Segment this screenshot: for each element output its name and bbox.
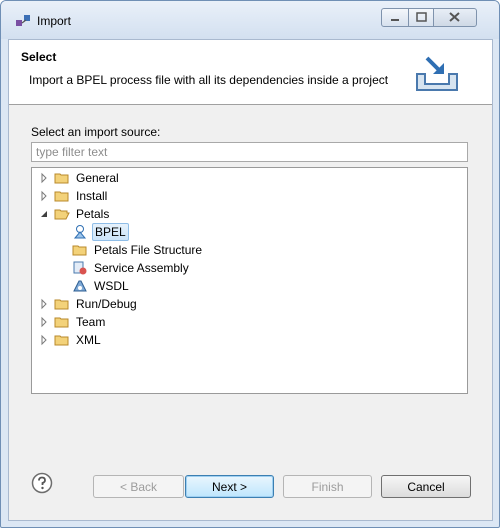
folder-icon [54,173,69,184]
folder-icon [54,299,69,310]
help-icon[interactable] [31,472,53,494]
folder-icon [54,191,69,202]
tree-node-run-debug[interactable]: Run/Debug [38,295,139,313]
tree-node-label: Team [76,315,106,329]
tree-node-wsdl[interactable]: WSDL [72,277,131,295]
window-title: Import [37,14,72,28]
tree-node-label: General [76,171,119,185]
tree-node-service-assembly[interactable]: Service Assembly [72,259,191,277]
wizard-header: Select Import a BPEL process file with a… [9,40,492,105]
expand-arrow-icon[interactable] [38,316,50,328]
close-icon [449,12,460,22]
app-icon [16,15,30,26]
tree-node-petals[interactable]: Petals [38,205,111,223]
page-description: Import a BPEL process file with all its … [29,73,389,87]
tree-node-bpel[interactable]: BPEL [72,223,129,241]
minimize-icon [391,19,399,21]
tree-node-petals-file-structure[interactable]: Petals File Structure [72,241,204,259]
close-window-button[interactable] [433,8,477,27]
tree-node-install[interactable]: Install [38,187,109,205]
tree-node-label: XML [76,333,101,347]
tree-node-label: Service Assembly [94,261,189,275]
next-button[interactable]: Next > [185,475,274,498]
back-button[interactable]: < Back [93,475,184,498]
minimize-button[interactable] [381,8,409,27]
tree-node-xml[interactable]: XML [38,331,103,349]
bpel-icon [73,225,87,239]
maximize-button[interactable] [408,8,434,27]
folder-icon [72,245,87,256]
tree-node-team[interactable]: Team [38,313,107,331]
cancel-button[interactable]: Cancel [381,475,471,498]
service-assembly-icon [73,261,87,275]
collapse-arrow-icon[interactable] [38,208,50,220]
folder-icon [54,335,69,346]
title-bar[interactable]: Import [1,1,499,39]
page-title: Select [21,50,57,64]
expand-arrow-icon[interactable] [38,298,50,310]
import-source-tree[interactable]: General Install Petals BPEL Petals File … [31,167,468,394]
tree-node-label: Install [76,189,108,203]
tree-node-label: Petals [76,207,110,221]
tree-node-label: BPEL [92,223,129,241]
folder-icon [54,317,69,328]
filter-input[interactable] [31,142,468,162]
finish-button[interactable]: Finish [283,475,372,498]
expand-arrow-icon[interactable] [38,172,50,184]
import-dialog: Import Select Import a BPEL process file… [0,0,500,528]
wsdl-icon [73,280,87,292]
expand-arrow-icon[interactable] [38,334,50,346]
maximize-icon [416,12,427,22]
tree-node-general[interactable]: General [38,169,121,187]
dialog-body: Select Import a BPEL process file with a… [8,39,493,521]
open-folder-icon [54,209,70,220]
expand-arrow-icon[interactable] [38,190,50,202]
tree-node-label: Run/Debug [76,297,137,311]
import-source-label: Select an import source: [31,125,161,139]
tree-node-label: WSDL [94,279,129,293]
import-banner-icon [416,56,458,91]
tree-node-label: Petals File Structure [94,243,203,257]
